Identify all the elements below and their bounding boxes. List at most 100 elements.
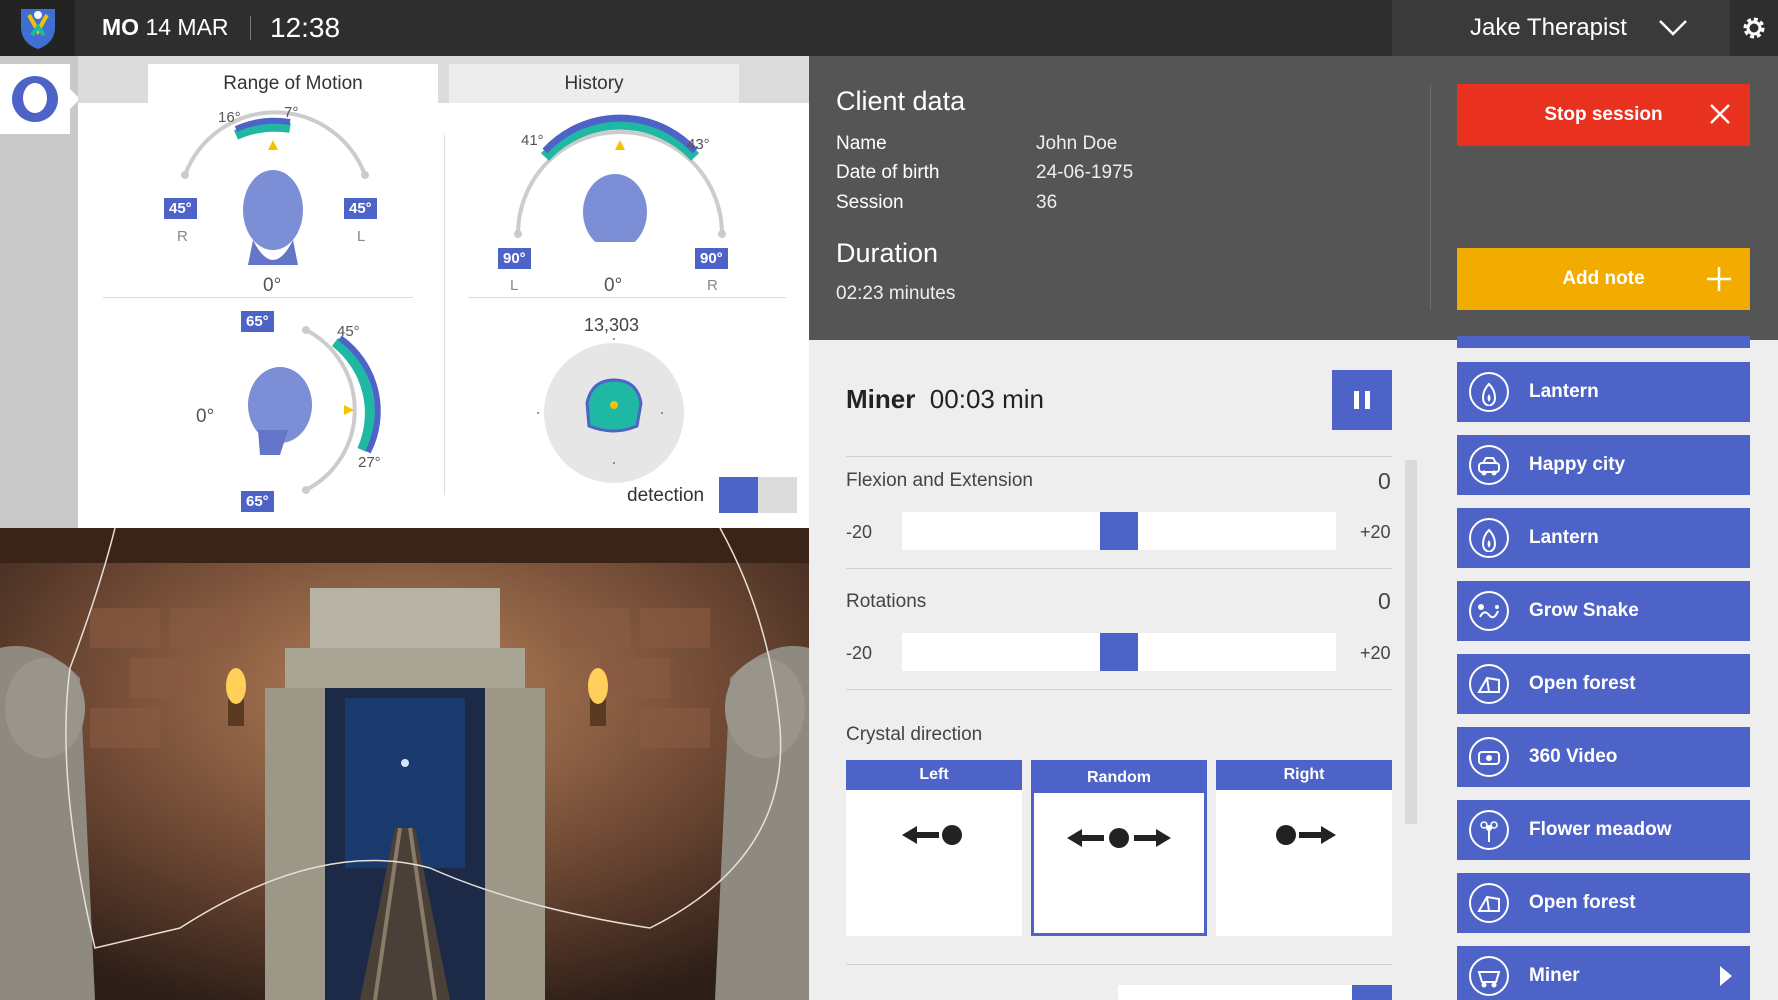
slider-value-flexion: 0 [1378, 468, 1391, 494]
minecart-icon [1469, 956, 1509, 996]
game-item[interactable]: Open forest [1457, 873, 1750, 933]
slider-min-flexion: -20 [846, 522, 873, 542]
game-view [0, 528, 809, 1000]
app-logo [0, 0, 75, 56]
partial-field [1118, 985, 1358, 1000]
divider [846, 964, 1392, 965]
divider [468, 297, 786, 298]
tab-range-of-motion[interactable]: Range of Motion [148, 64, 438, 103]
chevron-down-icon[interactable] [1658, 18, 1688, 38]
arrow-both-icon [1067, 828, 1171, 848]
arrow-right-icon [1276, 825, 1336, 845]
flexion-up-angle: 45° [337, 323, 360, 340]
topbar-separator [250, 16, 251, 40]
game-item[interactable]: Miner [1431, 946, 1750, 1000]
rotation-right-side: L [357, 228, 366, 245]
settings-button[interactable] [1730, 0, 1778, 56]
tent-icon [1469, 664, 1509, 704]
direction-option-right[interactable]: Right [1216, 760, 1392, 936]
direction-option-random[interactable]: Random [1031, 760, 1207, 936]
client-data-title: Client data [836, 86, 966, 116]
game-item-label: Open forest [1529, 892, 1636, 913]
flexion-slider[interactable] [902, 512, 1336, 550]
flexion-center: 0° [196, 406, 215, 427]
car-icon [1469, 445, 1509, 485]
history-right-side: R [707, 277, 718, 294]
slider-thumb[interactable] [1100, 512, 1138, 550]
history-left-angle: 41° [521, 132, 544, 149]
game-item-label: Lantern [1529, 527, 1599, 548]
head-icon [12, 76, 58, 122]
tab-history[interactable]: History [449, 64, 739, 103]
slider-thumb[interactable] [1100, 633, 1138, 671]
divider [846, 568, 1392, 569]
flexion-gauge [248, 326, 381, 494]
rotation-center: 0° [263, 275, 282, 296]
game-item-label: Flower meadow [1529, 819, 1672, 840]
close-icon [1710, 104, 1730, 124]
rotation-left-side: R [177, 228, 188, 245]
game-item[interactable]: Open forest [1457, 654, 1750, 714]
flexion-down-angle: 27° [358, 454, 381, 471]
video-360-icon [1469, 737, 1509, 777]
snake-icon [1469, 591, 1509, 631]
client-dob-value: 24-06-1975 [1036, 162, 1134, 183]
slider-label-rotations: Rotations [846, 591, 927, 612]
game-item-label: Happy city [1529, 454, 1626, 475]
partial-button[interactable] [1352, 985, 1392, 1000]
exercise-name: Miner [846, 384, 916, 414]
flower-icon [1469, 810, 1509, 850]
head-view-button[interactable] [0, 64, 80, 134]
detection-toggle[interactable] [719, 477, 797, 513]
heatmap-count: 13,303 [584, 315, 640, 335]
game-item[interactable]: Lantern [1457, 362, 1750, 422]
game-item[interactable]: Happy city [1457, 435, 1750, 495]
play-icon [1720, 966, 1732, 986]
slider-max-rotations: +20 [1360, 643, 1391, 663]
game-item[interactable]: 360 Video [1457, 727, 1750, 787]
pause-button[interactable] [1332, 370, 1392, 430]
history-right-limit: 90° [695, 248, 728, 269]
history-center: 0° [604, 275, 623, 296]
direction-right-label: Right [1216, 760, 1392, 790]
divider [103, 297, 413, 298]
arrow-left-icon [902, 825, 962, 845]
tent-icon [1469, 883, 1509, 923]
game-item[interactable]: Lantern [1457, 508, 1750, 568]
logo-icon [20, 9, 55, 49]
rotation-right-limit: 45° [344, 198, 377, 219]
plus-icon [1707, 267, 1731, 291]
stop-session-button[interactable]: Stop session [1457, 84, 1750, 146]
game-item[interactable]: Grow Snake [1457, 581, 1750, 641]
client-divider [1430, 84, 1431, 310]
divider [846, 689, 1392, 690]
slider-min-rotations: -20 [846, 643, 873, 663]
pause-icon [1354, 391, 1370, 409]
client-session-label: Session [836, 192, 904, 213]
exercise-title: Miner 00:03 min [846, 384, 1044, 415]
rotation-gauge [181, 110, 369, 265]
settings-scrollbar[interactable] [1405, 460, 1417, 824]
rotation-right-angle: 7° [284, 104, 299, 121]
divider [444, 135, 445, 495]
crystal-direction-label: Crystal direction [846, 724, 983, 745]
rotation-left-limit: 45° [164, 198, 197, 219]
divider [846, 456, 1392, 457]
game-item-label: Lantern [1529, 381, 1599, 402]
lantern-icon [1469, 518, 1509, 558]
history-left-limit: 90° [498, 248, 531, 269]
direction-option-left[interactable]: Left [846, 760, 1022, 936]
detection-label: detection [627, 485, 705, 506]
add-note-button[interactable]: Add note [1457, 248, 1750, 310]
rotations-slider[interactable] [902, 633, 1336, 671]
game-item-partial[interactable] [1457, 336, 1750, 348]
game-item-label: 360 Video [1529, 746, 1618, 767]
game-item[interactable]: Flower meadow [1457, 800, 1750, 860]
client-name-label: Name [836, 133, 887, 154]
gear-icon [1743, 17, 1765, 39]
date-display: MO 14 MAR [102, 14, 229, 40]
direction-random-label: Random [1034, 763, 1204, 793]
miner-game-scene [0, 528, 809, 1000]
user-name[interactable]: Jake Therapist [1470, 14, 1627, 42]
game-item-label: Open forest [1529, 673, 1636, 694]
